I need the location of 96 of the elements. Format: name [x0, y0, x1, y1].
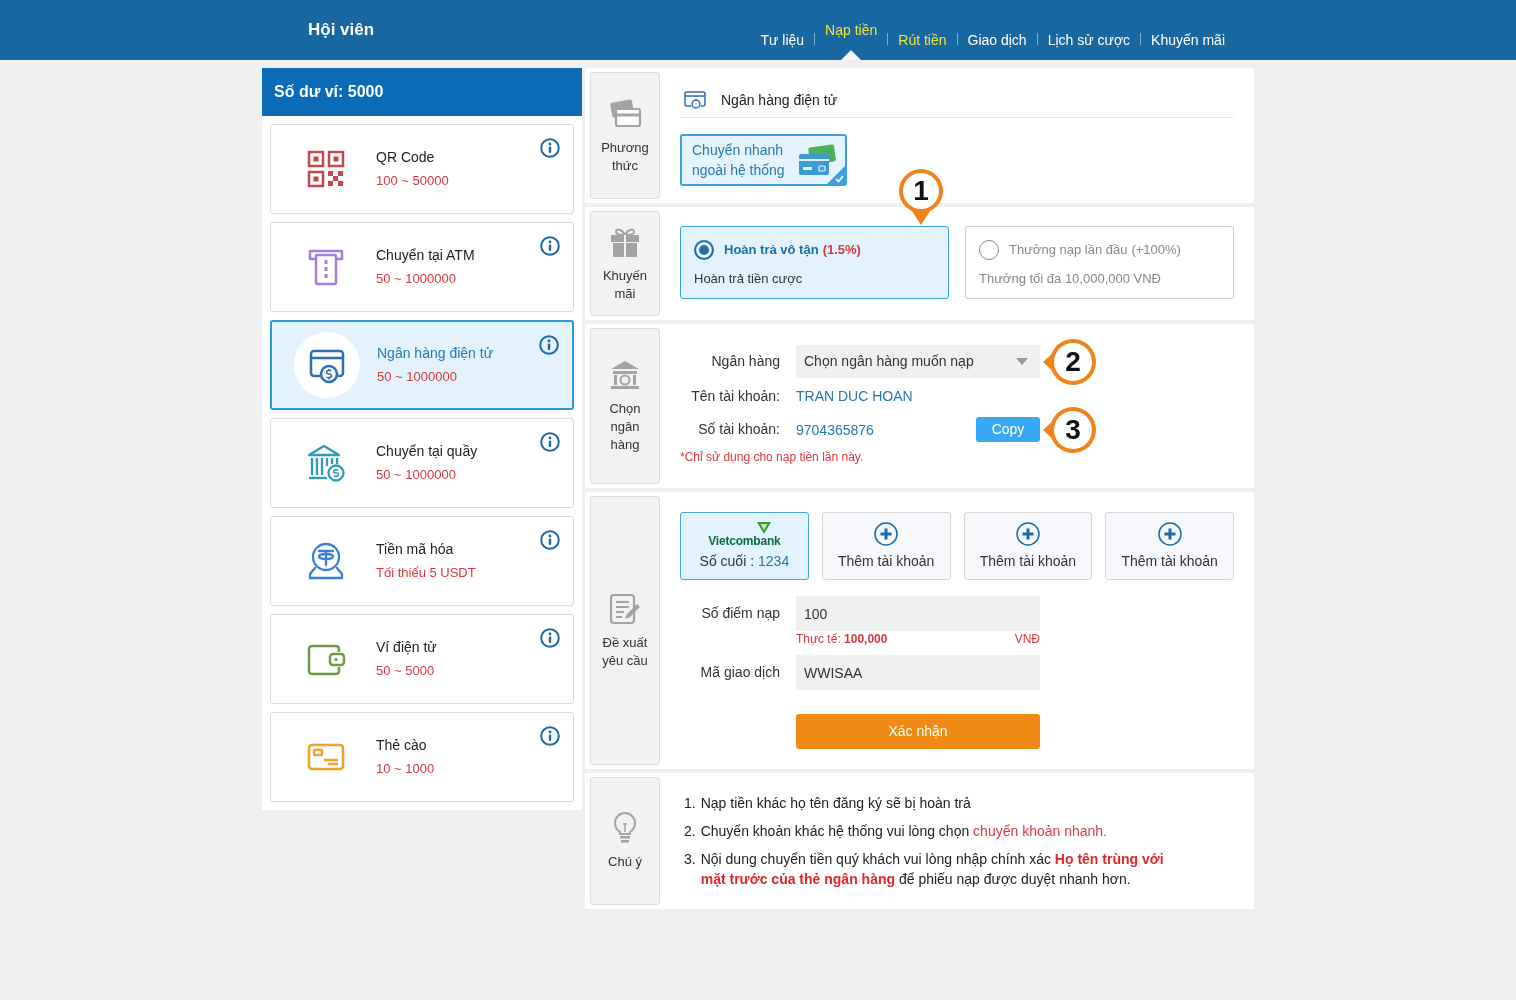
warning-note: *Chỉ sử dụng cho nạp tiền lần này. — [680, 449, 864, 465]
account-caption: Số cuối : — [699, 552, 755, 571]
method-range: 50 ~ 1000000 — [376, 466, 456, 484]
promo-description: Hoàn trả tiền cược — [694, 270, 803, 288]
promo-rate: (+100%) — [1131, 241, 1181, 260]
method-range: 100 ~ 50000 — [376, 172, 449, 190]
transaction-code-input[interactable]: WWISAA — [796, 655, 1040, 690]
field-value: TRAN DUC HOAN — [796, 387, 913, 406]
last-digits: 1234 — [758, 552, 790, 571]
bank-name: Vietcombank — [708, 535, 781, 547]
actual-amount: Thực tế: 100,000 — [796, 631, 888, 647]
nav-tab[interactable]: Giao dịch — [967, 0, 1027, 60]
method-name: Tiền mã hóa — [376, 540, 454, 559]
qr-code-icon — [306, 149, 346, 189]
method-name: QR Code — [376, 148, 435, 167]
method-range: 10 ~ 1000 — [376, 760, 435, 778]
section-label: Khuyến mãi — [601, 266, 649, 303]
transfer-option-card[interactable]: Chuyển nhanh ngoài hệ thống — [680, 134, 847, 186]
section-label: Chú ý — [608, 853, 642, 871]
info-icon[interactable] — [540, 530, 560, 550]
method-name: Ví điện tử — [376, 638, 437, 657]
note-text: Chuyển khoản khác hệ thống vui lòng chọn chuyển khoản nhanh. — [700, 822, 1107, 841]
info-icon[interactable] — [540, 432, 560, 452]
list-number: 2. — [684, 822, 696, 841]
shield-logo-icon — [756, 521, 773, 535]
add-account-card[interactable]: Thêm tài khoản — [821, 512, 951, 580]
quick-transfer-link[interactable]: chuyển khoản nhanh. — [973, 823, 1107, 839]
add-account-label: Thêm tài khoản — [837, 551, 935, 571]
method-name: Thẻ cào — [376, 736, 427, 755]
method-title: Ngân hàng điện tử — [721, 90, 837, 110]
section-label: Phương thức — [600, 138, 650, 175]
info-icon[interactable] — [540, 628, 560, 648]
option-label: Chuyển nhanh ngoài hệ thống — [692, 141, 786, 180]
atm-machine-icon — [306, 247, 346, 287]
payment-method-card[interactable]: Ngân hàng điện tử 50 ~ 1000000 — [270, 320, 574, 410]
method-range: 50 ~ 1000000 — [376, 270, 456, 288]
info-icon[interactable] — [540, 726, 560, 746]
radio-button[interactable] — [979, 240, 999, 260]
add-account-card[interactable]: Thêm tài khoản — [963, 512, 1093, 580]
card-coin-icon — [684, 91, 706, 109]
nav-tab[interactable]: Lịch sử cược — [1047, 0, 1131, 60]
add-account-label: Thêm tài khoản — [979, 551, 1077, 571]
bank-select[interactable]: Chọn ngân hàng muốn nạp — [796, 345, 1040, 378]
promo-option-card[interactable]: Hoàn trả vô tận (1.5%) Hoàn trả tiền cược — [680, 226, 949, 299]
method-name: Chuyển tại quầy — [376, 442, 478, 461]
payment-method-card[interactable]: Chuyển tại ATM 50 ~ 1000000 — [270, 222, 574, 312]
add-account-card[interactable]: Thêm tài khoản — [1105, 512, 1234, 580]
nav-tab[interactable]: Khuyến mãi — [1151, 0, 1225, 60]
method-range: 50 ~ 1000000 — [377, 368, 457, 386]
info-icon[interactable] — [540, 138, 560, 158]
payment-method-card[interactable]: Thẻ cào 10 ~ 1000 — [270, 712, 574, 802]
section-label: Chọn ngân hàng — [608, 400, 642, 454]
document-pencil-icon — [608, 591, 642, 626]
field-label: Số tài khoản: — [698, 420, 780, 439]
bank-coin-icon — [306, 443, 346, 483]
note-text: Nội dung chuyển tiền quý khách vui lòng nhập chính xác Họ tên trùng với mặt trước của thẻ ngân hàng để phiếu nạp được duyệt nhanh hơn. — [700, 850, 1165, 889]
payment-method-card[interactable]: Chuyển tại quầy 50 ~ 1000000 — [270, 418, 574, 508]
field-value: 9704365876 — [796, 420, 874, 440]
method-range: 50 ~ 5000 — [376, 662, 435, 680]
currency-label: VNĐ — [1014, 631, 1040, 647]
promo-title: Thưởng nạp lần đầu — [1009, 241, 1128, 260]
plus-icon — [1157, 521, 1182, 546]
amount-input[interactable]: 100 — [796, 596, 1040, 631]
bank-icon — [608, 358, 642, 392]
field-label: Mã giao dịch — [700, 663, 780, 682]
add-account-label: Thêm tài khoản — [1121, 551, 1218, 571]
plus-icon — [1015, 521, 1040, 546]
promo-title: Hoàn trả vô tận — [724, 241, 819, 260]
caret-icon — [1016, 358, 1028, 365]
radio-button[interactable] — [694, 240, 714, 260]
method-range: Tối thiểu 5 USDT — [376, 564, 476, 582]
promo-rate: (1.5%) — [822, 241, 861, 260]
payment-method-card[interactable]: QR Code 100 ~ 50000 — [270, 124, 574, 214]
method-name: Chuyển tại ATM — [376, 246, 475, 265]
cards-icon — [797, 143, 837, 177]
nav-tab[interactable]: Tư liệu — [760, 0, 805, 60]
page-title: Hội viên — [308, 20, 375, 40]
field-label: Số điểm nạp — [701, 604, 780, 623]
list-number: 3. — [684, 850, 696, 869]
list-number: 1. — [684, 794, 696, 813]
bank-account-card[interactable]: Vietcombank Số cuối : 1234 — [680, 512, 809, 580]
field-label: Ngân hàng — [711, 352, 780, 371]
wallet-balance: Số dư ví: 5000 — [262, 68, 582, 116]
coin-stand-icon — [306, 541, 346, 581]
info-icon[interactable] — [540, 236, 560, 256]
promo-description: Thưởng tối đa 10,000,000 VNĐ — [979, 270, 1161, 288]
method-name: Ngân hàng điện tử — [377, 344, 493, 363]
payment-method-card[interactable]: Ví điện tử 50 ~ 5000 — [270, 614, 574, 704]
section-label: Đề xuất yêu cầu — [601, 633, 649, 670]
note-text: Nạp tiền khác họ tên đăng ký sẽ bị hoàn trả — [700, 794, 971, 813]
info-icon[interactable] — [539, 335, 559, 355]
payment-method-card[interactable]: Tiền mã hóa Tối thiểu 5 USDT — [270, 516, 574, 606]
nav-tab[interactable]: Rút tiền — [898, 0, 947, 60]
plus-icon — [874, 521, 899, 546]
field-label: Tên tài khoản: — [691, 386, 780, 406]
promo-option-card[interactable]: Thưởng nạp lần đầu (+100%) Thưởng tối đa 10,000,000 VNĐ — [965, 226, 1234, 299]
